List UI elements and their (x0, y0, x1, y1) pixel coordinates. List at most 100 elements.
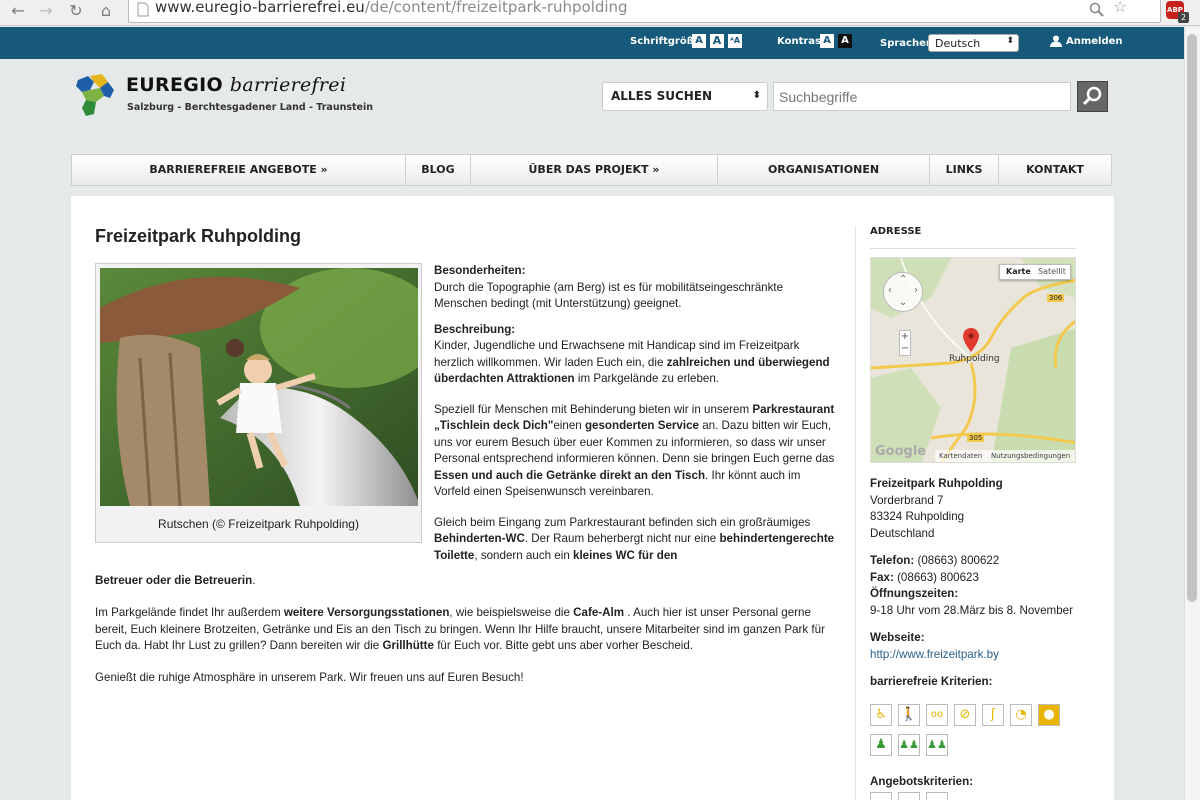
paragraph-3-start: Gleich beim Eingang zum Parkrestaurant b… (434, 515, 836, 565)
map-attr-kartendaten[interactable]: Kartendaten (939, 452, 982, 460)
search-scope-value: ALLES SUCHEN (611, 89, 713, 103)
adblock-count: 2 (1178, 12, 1189, 23)
map-attr-nutzung[interactable]: Nutzungsbedingungen (991, 452, 1070, 460)
visual-impairment-icon[interactable]: ⊘ (954, 704, 976, 726)
offer-icon-1[interactable] (870, 792, 892, 800)
language-select[interactable]: Deutsch ⬍ (928, 34, 1019, 52)
phone-value: (08663) 800622 (914, 554, 1000, 567)
p3-bold-g: Betreuer oder die Betreuerin (95, 574, 253, 587)
url-host: www.euregio-barrierefrei.eu (155, 0, 365, 16)
search-button[interactable] (1077, 81, 1108, 112)
forward-icon[interactable]: → (34, 0, 58, 24)
slide-photo[interactable] (100, 268, 418, 506)
address-country: Deutschland (870, 526, 935, 540)
logo-subtitle: Salzburg - Berchtesgadener Land - Trauns… (127, 102, 374, 113)
besonderheiten-text: Durch die Topographie (am Berg) ist es f… (434, 280, 784, 311)
map-karte-button[interactable]: Karte (1006, 267, 1031, 276)
paragraph-3-end: Betreuer oder die Betreuerin. (95, 573, 845, 590)
p3-bold-b: Behinderten-WC (434, 532, 525, 545)
child-icon[interactable]: ♟ (870, 734, 892, 756)
font-medium-button[interactable]: A (710, 34, 724, 48)
p4-text-g: für Euch vor. Bitte gebt uns aber vorher… (433, 639, 694, 652)
logo-title-bold: EUREGIO (126, 74, 223, 96)
pan-down-icon: ⌄ (899, 297, 908, 308)
search-scope-select[interactable]: ALLES SUCHEN ⬍ (602, 82, 768, 111)
home-icon[interactable]: ⌂ (94, 0, 118, 24)
language-value: Deutsch (935, 37, 981, 50)
page-icon (137, 2, 149, 17)
site-logo[interactable]: EUREGIO barrierefrei Salzburg - Berchtes… (74, 72, 373, 120)
page-title: Freizeitpark Ruhpolding (95, 226, 302, 246)
road-label-305: 305 (967, 434, 985, 442)
hearing-impairment-icon[interactable]: ʃ (982, 704, 1004, 726)
address-block: Freizeitpark Ruhpolding Vorderbrand 7 83… (870, 476, 1080, 691)
nav-item-organisationen[interactable]: ORGANISATIONEN (718, 155, 930, 185)
p4-bold-d: Cafe-Alm (573, 606, 625, 619)
ear-icon[interactable]: ◔ (1010, 704, 1032, 726)
paragraph-4: Im Parkgelände findet Ihr außerdem weite… (95, 605, 845, 655)
paragraph-5: Genießt die ruhige Atmosphäre in unserem… (95, 671, 524, 684)
web-link[interactable]: http://www.freizeitpark.by (870, 647, 1080, 664)
zoom-icon[interactable] (1089, 2, 1105, 18)
criteria-icons: ♿ 🚶 oo ⊘ ʃ ◔ ● ♟ ♟♟ ♟♟ (870, 704, 1070, 760)
p4-bold-f: Grillhütte (382, 639, 434, 652)
url-text: www.euregio-barrierefrei.eu/de/content/f… (155, 0, 628, 16)
select-arrows-icon: ⬍ (1006, 36, 1014, 46)
image-figure: Rutschen (© Freizeitpark Ruhpolding) (95, 263, 422, 543)
zoom-out-button[interactable]: − (900, 343, 910, 355)
pan-up-icon: ⌃ (899, 274, 908, 285)
select-arrows-icon: ⬍ (752, 90, 761, 101)
contrast-high-button[interactable]: A (838, 34, 852, 48)
p1-text-c: im Parkgelände zu erleben. (574, 372, 720, 385)
nav-item-barrierefreie-angebote[interactable]: BARRIEREFREIE ANGEBOTE » (72, 155, 406, 185)
nav-item-ueber-das-projekt[interactable]: ÜBER DAS PROJEKT » (471, 155, 718, 185)
glasses-icon[interactable]: oo (926, 704, 948, 726)
scrollbar-thumb[interactable] (1187, 34, 1197, 602)
pan-right-icon: › (914, 285, 918, 296)
phone-line: Telefon: (08663) 800622 (870, 553, 1080, 570)
back-icon[interactable]: ← (6, 0, 30, 24)
address-bar[interactable]: www.euregio-barrierefrei.eu/de/content/f… (128, 0, 1161, 23)
logo-title: EUREGIO barrierefrei (126, 74, 346, 96)
reload-icon[interactable]: ↻ (64, 0, 88, 24)
besonderheiten-heading: Besonderheiten: (434, 264, 526, 277)
offer-icon-3[interactable] (926, 792, 948, 800)
p2-text-a: Speziell für Menschen mit Behinderung bi… (434, 402, 753, 416)
map[interactable]: Karte Satellit ⌃ ⌄ ‹ › + − Ruhpolding 30… (870, 257, 1076, 463)
nav-item-kontakt[interactable]: KONTAKT (999, 155, 1111, 185)
offer-icon-2[interactable] (898, 792, 920, 800)
nav-item-links[interactable]: LINKS (930, 155, 999, 185)
paragraph-2: Speziell für Menschen mit Behinderung bi… (434, 402, 836, 501)
address-street: Vorderbrand 7 (870, 493, 944, 507)
contrast-normal-button[interactable]: A (820, 34, 834, 48)
p4-bold-b: weitere Versorgungsstationen (283, 606, 450, 619)
map-satellit-button[interactable]: Satellit (1038, 267, 1066, 276)
group-icon[interactable]: ♟♟ (926, 734, 948, 756)
hours-value: 9-18 Uhr vom 28.März bis 8. November (870, 603, 1073, 617)
fax-value: (08663) 800623 (893, 570, 979, 584)
login-link[interactable]: Anmelden (1066, 36, 1123, 47)
nav-item-blog[interactable]: BLOG (406, 155, 471, 185)
font-small-button[interactable]: A (692, 34, 706, 48)
browser-toolbar: ← → ↻ ⌂ www.euregio-barrierefrei.eu/de/c… (0, 0, 1200, 26)
criteria-label: barrierefreie Kriterien: (870, 675, 993, 688)
walking-aid-icon[interactable]: 🚶 (898, 704, 920, 726)
family-icon[interactable]: ♟♟ (898, 734, 920, 756)
map-place-label: Ruhpolding (949, 354, 1000, 364)
map-marker-icon[interactable] (963, 328, 979, 352)
map-zoom-control: + − (899, 330, 911, 356)
hours-label: Öffnungszeiten: (870, 587, 959, 600)
map-pan-control[interactable]: ⌃ ⌄ ‹ › (883, 272, 923, 312)
p2-bold-f: Essen und auch die Getränke direkt an de… (434, 468, 706, 482)
beschreibung-heading: Beschreibung: (434, 322, 516, 336)
site-top-bar: Schriftgröße: A A ᴬA Kontrast: A A Sprac… (0, 27, 1184, 59)
cognitive-icon[interactable]: ● (1038, 704, 1060, 726)
font-large-button[interactable]: ᴬA (728, 34, 742, 48)
p4-text-c: , wie beispielsweise die (449, 606, 574, 619)
zoom-in-button[interactable]: + (900, 331, 910, 343)
search-input[interactable] (773, 82, 1071, 111)
url-path: /de/content/freizeitpark-ruhpolding (364, 0, 628, 16)
wheelchair-icon[interactable]: ♿ (870, 704, 892, 726)
bookmark-star-icon[interactable]: ☆ (1113, 0, 1127, 16)
paragraph-1: Kinder, Jugendliche und Erwachsene mit H… (434, 338, 836, 388)
